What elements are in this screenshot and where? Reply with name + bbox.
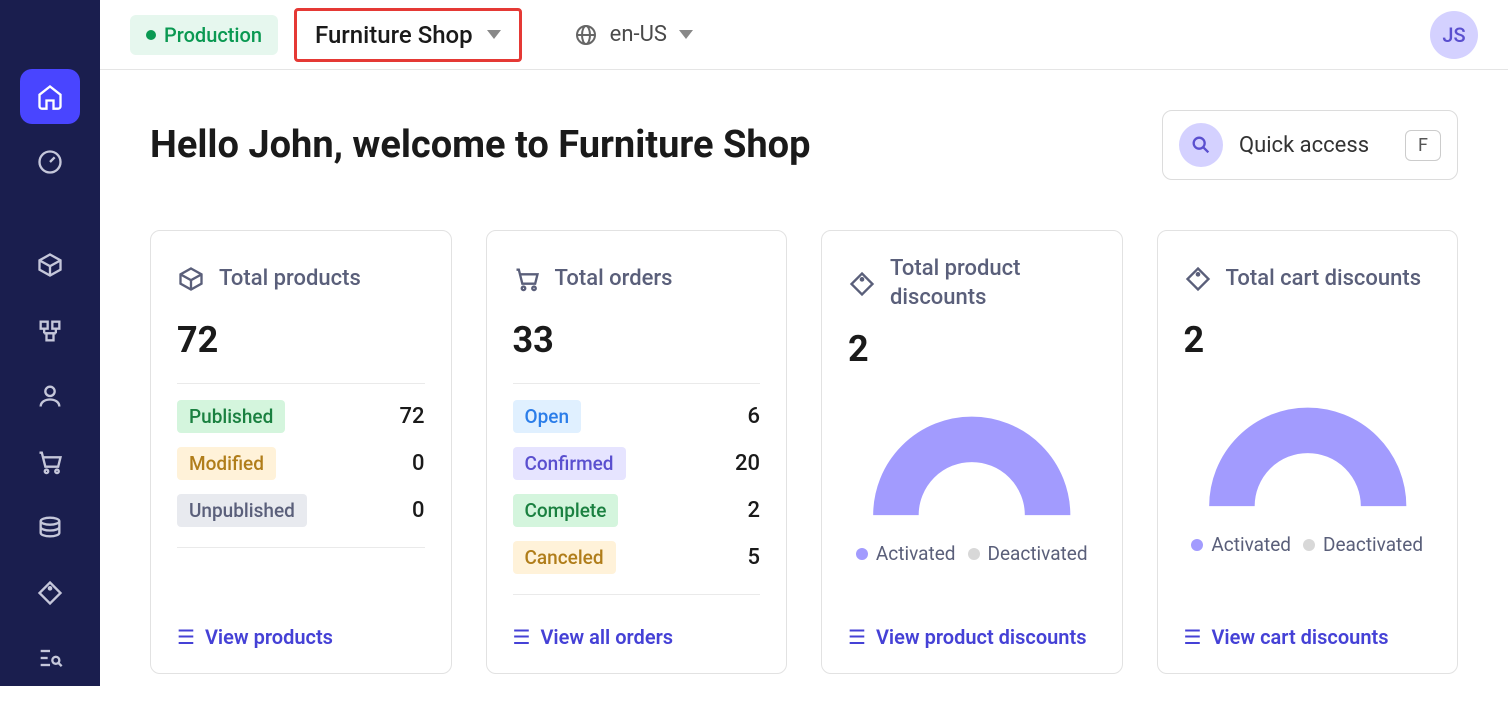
environment-label: Production <box>164 23 262 47</box>
status-badge: Modified <box>177 447 276 480</box>
orders-total: 33 <box>513 319 761 361</box>
sidebar-dashboard[interactable] <box>20 134 80 189</box>
legend-activated: Activated <box>856 542 956 565</box>
status-badge: Canceled <box>513 541 616 574</box>
status-value: 0 <box>412 498 425 523</box>
status-value: 2 <box>747 498 760 523</box>
quick-access-label: Quick access <box>1239 133 1369 158</box>
view-cart-discounts-link[interactable]: View cart discounts <box>1211 625 1388 649</box>
legend-activated: Activated <box>1191 533 1291 556</box>
list-icon: ☰ <box>177 625 195 649</box>
sidebar-discounts[interactable] <box>20 565 80 620</box>
list-icon: ☰ <box>848 625 866 649</box>
locale-selector[interactable]: en-US <box>562 14 705 55</box>
product-discounts-total: 2 <box>848 328 1096 370</box>
quick-access-button[interactable]: Quick access F <box>1162 110 1458 180</box>
chevron-down-icon <box>679 30 693 39</box>
project-name: Furniture Shop <box>315 21 473 49</box>
view-product-discounts-link[interactable]: View product discounts <box>876 625 1087 649</box>
sidebar-pricing[interactable] <box>20 500 80 555</box>
status-row: Canceled 5 <box>513 541 761 574</box>
status-badge: Open <box>513 400 582 433</box>
tag-icon <box>1184 265 1212 293</box>
quick-access-shortcut: F <box>1405 130 1441 161</box>
topbar: Production Furniture Shop en-US JS <box>100 0 1508 70</box>
globe-icon <box>574 23 598 47</box>
products-total: 72 <box>177 319 425 361</box>
status-badge: Unpublished <box>177 494 307 527</box>
list-icon: ☰ <box>1184 625 1202 649</box>
divider <box>177 547 425 548</box>
divider <box>513 383 761 384</box>
tag-icon <box>848 270 876 298</box>
legend: Activated Deactivated <box>848 542 1096 565</box>
status-value: 5 <box>747 545 760 570</box>
sidebar-orders[interactable] <box>20 434 80 489</box>
status-row: Confirmed 20 <box>513 447 761 480</box>
chevron-down-icon <box>487 30 501 39</box>
products-status-list: Published 72 Modified 0 Unpublished 0 <box>177 400 425 541</box>
status-value: 6 <box>747 404 760 429</box>
card-title: Total cart discounts <box>1226 265 1422 294</box>
status-badge: Confirmed <box>513 447 626 480</box>
environment-badge: Production <box>130 15 278 55</box>
cart-discounts-total: 2 <box>1184 319 1432 361</box>
card-cart-discounts: Total cart discounts 2 Activated Deactiv… <box>1157 230 1459 674</box>
status-value: 72 <box>399 404 424 429</box>
list-icon: ☰ <box>513 625 531 649</box>
status-row: Open 6 <box>513 400 761 433</box>
view-orders-link[interactable]: View all orders <box>540 625 673 649</box>
status-row: Published 72 <box>177 400 425 433</box>
product-discounts-chart <box>848 396 1096 526</box>
sidebar-products[interactable] <box>20 238 80 293</box>
sidebar-home[interactable] <box>20 69 80 124</box>
cart-icon <box>513 265 541 293</box>
status-value: 0 <box>412 451 425 476</box>
card-title: Total products <box>219 265 361 294</box>
legend: Activated Deactivated <box>1184 533 1432 556</box>
status-badge: Complete <box>513 494 619 527</box>
card-product-discounts: Total product discounts 2 Activated Deac… <box>821 230 1123 674</box>
card-title: Total product discounts <box>890 255 1096 312</box>
view-products-link[interactable]: View products <box>205 625 333 649</box>
environment-dot-icon <box>146 30 156 40</box>
card-total-products: Total products 72 Published72Modified0Un… <box>150 230 452 674</box>
search-icon <box>1179 123 1223 167</box>
locale-label: en-US <box>610 22 667 47</box>
card-title: Total orders <box>555 265 673 294</box>
legend-deactivated: Deactivated <box>1303 533 1423 556</box>
cart-discounts-chart <box>1184 387 1432 517</box>
sidebar-search[interactable] <box>20 630 80 685</box>
divider <box>513 594 761 595</box>
status-value: 20 <box>735 451 760 476</box>
status-row: Complete 2 <box>513 494 761 527</box>
cube-icon <box>177 265 205 293</box>
project-selector[interactable]: Furniture Shop <box>294 8 522 62</box>
user-avatar[interactable]: JS <box>1430 11 1478 59</box>
status-row: Modified 0 <box>177 447 425 480</box>
sidebar-categories[interactable] <box>20 303 80 358</box>
status-badge: Published <box>177 400 285 433</box>
orders-status-list: Open 6 Confirmed 20 Complete 2 Canceled 5 <box>513 400 761 588</box>
card-total-orders: Total orders 33 Open 6 Confirmed 20 Complete… <box>486 230 788 674</box>
divider <box>177 383 425 384</box>
status-row: Unpublished 0 <box>177 494 425 527</box>
legend-deactivated: Deactivated <box>968 542 1088 565</box>
sidebar-customers[interactable] <box>20 369 80 424</box>
page-title: Hello John, welcome to Furniture Shop <box>150 123 810 167</box>
